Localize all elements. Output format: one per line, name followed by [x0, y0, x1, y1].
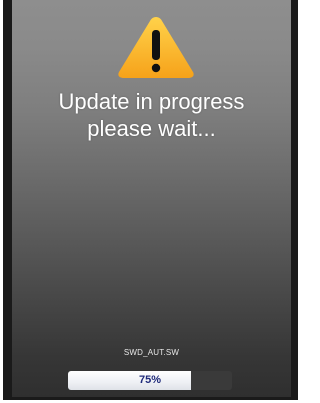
message-line-2: please wait... — [87, 116, 216, 141]
update-screen: Update in progress please wait... SWD_AU… — [12, 0, 291, 397]
progress-bar: 75% — [68, 371, 232, 390]
progress-label: 75% — [138, 374, 162, 386]
message-line-1: Update in progress — [58, 89, 245, 114]
device-frame: Update in progress please wait... SWD_AU… — [3, 0, 298, 400]
update-message: Update in progress please wait... — [12, 88, 291, 142]
update-filename: SWD_AUT.SW — [123, 348, 180, 357]
warning-icon — [118, 17, 194, 78]
